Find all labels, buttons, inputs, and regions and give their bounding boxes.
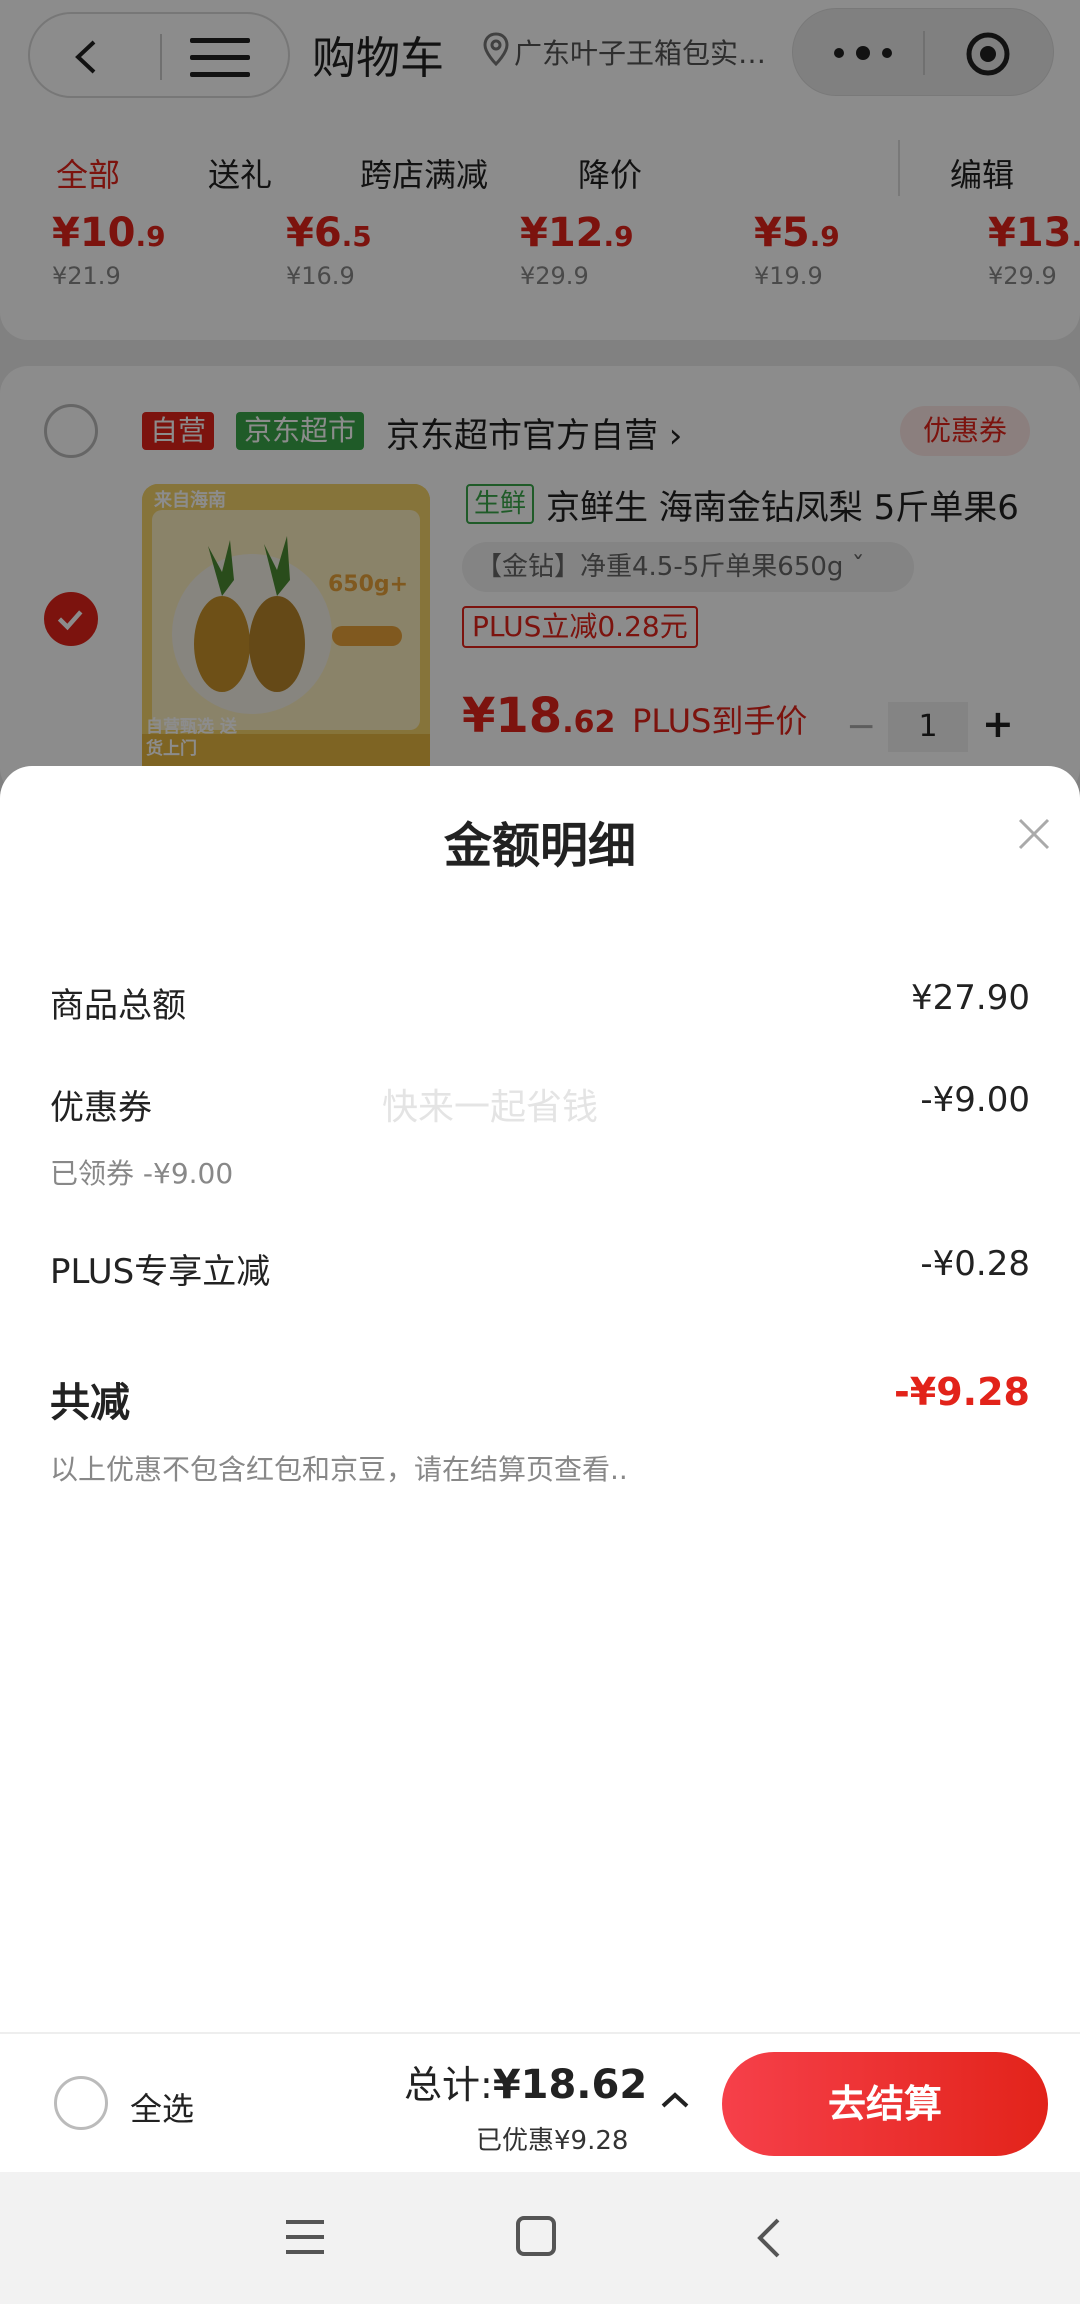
coupon-label: 优惠券: [50, 1088, 152, 1128]
chevron-up-icon[interactable]: [660, 2090, 690, 2110]
watermark-text: 快来一起省钱: [382, 1087, 599, 1128]
system-back-icon[interactable]: [752, 2216, 784, 2260]
select-all-radio[interactable]: [54, 2076, 108, 2130]
amount-detail-sheet: 金额明细 商品总额 ¥27.90 优惠券 快来一起省钱 -¥9.00 已领券 -…: [0, 766, 1080, 2172]
total-amount: 总计:¥18.62: [404, 2062, 648, 2108]
checkout-button[interactable]: 去结算: [722, 2052, 1048, 2156]
saved-amount: 已优惠¥9.28: [476, 2126, 629, 2156]
sheet-title: 金额明细: [443, 818, 636, 874]
total-discount-label: 共减: [50, 1380, 130, 1426]
coupon-value: -¥9.00: [920, 1080, 1030, 1120]
coupon-sub-detail: 已领券 -¥9.00: [50, 1157, 234, 1190]
discount-note: 以上优惠不包含红包和京豆，请在结算页查看..: [50, 1453, 628, 1486]
home-icon[interactable]: [516, 2216, 556, 2256]
total-discount-value: -¥9.28: [894, 1370, 1030, 1414]
close-icon[interactable]: [1016, 816, 1052, 852]
goods-total-label: 商品总额: [50, 986, 186, 1026]
checkout-bar: 全选 总计:¥18.62 已优惠¥9.28 去结算: [0, 2032, 1080, 2172]
recent-apps-icon[interactable]: [286, 2220, 324, 2256]
plus-discount-value: -¥0.28: [920, 1244, 1030, 1284]
system-nav-bar: [0, 2172, 1080, 2304]
goods-total-value: ¥27.90: [911, 978, 1030, 1018]
select-all-label[interactable]: 全选: [130, 2084, 194, 2130]
plus-discount-label: PLUS专享立减: [50, 1252, 271, 1292]
